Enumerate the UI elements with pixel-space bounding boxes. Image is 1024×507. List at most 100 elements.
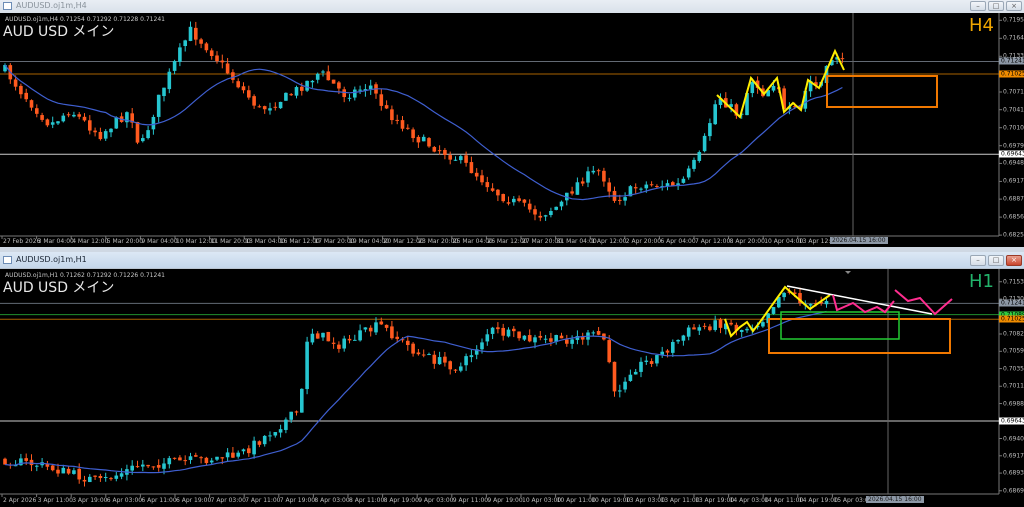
bear-candle	[384, 105, 389, 109]
bear-candle	[390, 109, 394, 121]
bull-candle	[660, 351, 664, 355]
time-axis-label: 8 Apr 19:00	[383, 497, 419, 504]
time-axis-label: 2 Apr 20:00	[625, 238, 662, 245]
time-axis-label: 27 Feb 2026	[3, 238, 41, 245]
bear-candle	[82, 116, 87, 121]
bull-candle	[300, 388, 304, 413]
bear-candle	[231, 452, 235, 458]
bull-candle	[278, 101, 283, 109]
bull-candle	[215, 456, 219, 460]
bear-candle	[257, 106, 262, 108]
bull-candle	[188, 26, 193, 41]
bear-candle	[294, 411, 299, 413]
time-axis-label: 5 Mar 20:00	[106, 238, 144, 245]
bear-candle	[538, 215, 543, 218]
bull-candle	[490, 327, 495, 334]
bull-candle	[103, 477, 108, 479]
bull-candle	[353, 89, 357, 98]
bear-candle	[220, 60, 225, 63]
bull-candle	[151, 116, 156, 130]
bear-candle	[252, 96, 256, 106]
bear-candle	[464, 155, 468, 163]
bear-candle	[517, 331, 521, 339]
price-axis-label: 0.70590	[1003, 347, 1024, 355]
bull-candle	[750, 81, 755, 94]
bear-candle	[501, 194, 505, 202]
bull-candle	[273, 432, 278, 436]
bull-candle	[305, 341, 309, 390]
bear-candle	[337, 344, 341, 349]
bull-candle	[225, 452, 230, 458]
bear-candle	[421, 354, 426, 356]
bear-candle	[199, 39, 203, 44]
time-axis-label: 10 Apr 03:00	[522, 497, 562, 504]
moving-average-line	[4, 64, 843, 201]
bull-candle	[103, 131, 108, 139]
time-axis-label: 8 Apr 03:00	[314, 497, 350, 504]
bear-candle	[432, 147, 437, 152]
bull-candle	[114, 117, 119, 129]
bear-candle	[178, 457, 182, 461]
bull-candle	[374, 322, 378, 333]
bear-candle	[82, 479, 87, 482]
bear-candle	[331, 79, 336, 84]
bear-candle	[29, 459, 34, 466]
price-axis-label: 0.69175	[1003, 177, 1024, 185]
price-axis-label: 0.68695	[1003, 487, 1024, 495]
time-axis-label: 14 Apr 11:00	[764, 497, 804, 504]
bull-candle	[156, 94, 161, 117]
price-axis-label: 0.70115	[1003, 382, 1024, 390]
bear-candle	[607, 340, 611, 363]
time-axis-label: 6 Apr 19:00	[176, 497, 212, 504]
time-axis-label: 13 Apr 19:00	[695, 497, 735, 504]
bear-candle	[411, 129, 415, 139]
bull-candle	[671, 341, 675, 353]
time-axis-label: 8 Apr 11:00	[349, 497, 385, 504]
time-axis-label: 3 Apr 19:00	[72, 497, 108, 504]
bear-candle	[347, 338, 352, 341]
price-axis-label: 0.69790	[1003, 142, 1024, 150]
chart-shift-marker-icon	[845, 271, 851, 274]
bull-candle	[421, 136, 426, 142]
price-axis-label: 0.68250	[1003, 231, 1024, 239]
bull-candle	[162, 87, 166, 97]
bear-candle	[24, 92, 28, 100]
bull-candle	[35, 465, 39, 467]
time-axis-label: 4 Mar 12:00	[72, 238, 109, 245]
bear-candle	[580, 336, 585, 340]
bear-candle	[527, 335, 532, 342]
bear-candle	[19, 85, 23, 95]
bull-candle	[681, 335, 686, 341]
bull-candle	[241, 449, 246, 452]
bear-candle	[3, 458, 7, 465]
bear-candle	[390, 326, 394, 339]
bull-candle	[745, 328, 749, 331]
bull-candle	[713, 320, 717, 330]
bull-candle	[543, 215, 548, 217]
bull-candle	[56, 121, 60, 124]
bear-candle	[225, 63, 230, 74]
bull-candle	[575, 182, 580, 195]
bear-candle	[448, 155, 452, 160]
bear-candle	[273, 106, 278, 108]
bear-candle	[40, 115, 44, 120]
bear-candle	[241, 86, 246, 91]
bear-candle	[77, 468, 81, 480]
bull-candle	[119, 473, 124, 477]
bull-candle	[141, 138, 145, 142]
bear-candle	[443, 356, 447, 363]
bear-candle	[50, 465, 55, 471]
bull-candle	[533, 337, 537, 343]
bear-candle	[342, 89, 346, 98]
bear-candle	[146, 464, 150, 467]
bull-candle	[644, 360, 649, 362]
bear-candle	[559, 335, 564, 339]
bull-candle	[172, 61, 177, 71]
bear-candle	[840, 58, 845, 60]
bear-candle	[257, 441, 262, 445]
bull-candle	[236, 452, 240, 457]
bear-candle	[13, 79, 18, 87]
orange-zone-box	[826, 75, 938, 108]
bull-candle	[294, 87, 299, 96]
bull-candle	[469, 355, 474, 358]
